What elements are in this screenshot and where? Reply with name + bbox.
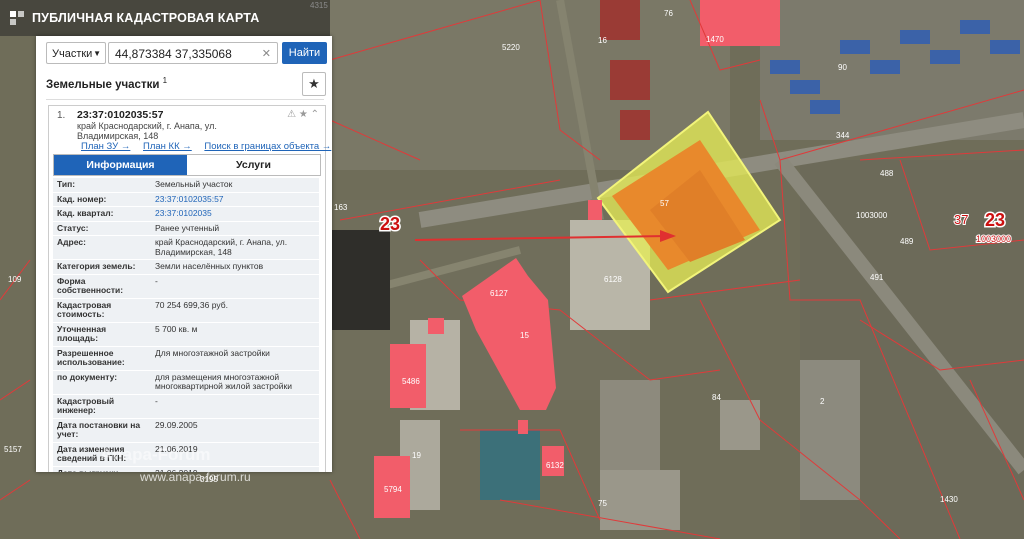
info-value: Для многоэтажной застройки [149, 346, 319, 370]
chevron-down-icon: ▼ [93, 49, 101, 58]
info-key: по документу: [53, 370, 149, 394]
search-in-bounds-link[interactable]: Поиск в границах объекта → [204, 141, 331, 152]
info-value[interactable]: 23:37:0102035:57 [149, 192, 319, 206]
svg-text:5794: 5794 [384, 485, 402, 494]
info-row: Дата постановки на учет: 29.09.2005 [53, 418, 319, 443]
info-table: Тип: Земельный участок Кад. номер: 23:37:01… [53, 178, 319, 472]
building-5486[interactable] [390, 344, 426, 408]
tab-info[interactable]: Информация [54, 155, 187, 175]
zone-label-right: 23 [985, 210, 1005, 230]
info-key: Разрешенное использование: [53, 346, 149, 370]
info-key: Уточненная площадь: [53, 322, 149, 346]
svg-text:5486: 5486 [402, 377, 420, 386]
info-row: Кад. квартал: 23:37:0102035 [53, 207, 319, 222]
card-action-icons[interactable]: ⚠ ★ ⌃ [287, 109, 319, 120]
tab-services[interactable]: Услуги [187, 155, 320, 175]
info-value: край Краснодарский, г. Анапа, ул. Владим… [149, 236, 319, 259]
info-value: - [149, 274, 319, 298]
info-key: Кадастровая стоимость: [53, 298, 149, 322]
svg-text:2: 2 [820, 397, 825, 406]
info-value: 5 700 кв. м [149, 322, 319, 346]
layers-logo-icon [10, 11, 24, 25]
info-key: Дата постановки на учет: [53, 418, 149, 442]
info-key: Категория земель: [53, 260, 149, 274]
app-header: ПУБЛИЧНАЯ КАДАСТРОВАЯ КАРТА [0, 0, 330, 36]
svg-text:75: 75 [598, 499, 607, 508]
info-value: Ранее учтенный [149, 221, 319, 235]
info-key: Форма собственности: [53, 274, 149, 298]
svg-text:1470: 1470 [706, 35, 724, 44]
find-button[interactable]: Найти [282, 42, 327, 64]
plan-kk-link[interactable]: План КК → [143, 141, 192, 152]
svg-text:344: 344 [836, 131, 850, 140]
svg-text:1430: 1430 [940, 495, 958, 504]
svg-text:489: 489 [900, 237, 914, 246]
info-value: для размещения многоэтажной многоквартир… [149, 370, 319, 394]
svg-text:1003000: 1003000 [856, 211, 888, 220]
svg-text:16: 16 [598, 36, 607, 45]
svg-text:19: 19 [412, 451, 421, 460]
zone-label-left: 23 [380, 214, 400, 234]
info-key: Адрес: [53, 236, 149, 259]
card-links: План ЗУ → План КК → Поиск в границах объ… [81, 141, 332, 152]
svg-text:6128: 6128 [604, 275, 622, 284]
search-input[interactable]: 44,873384 37,335068 ✕ [108, 42, 278, 64]
info-key: Кад. номер: [53, 192, 149, 206]
info-row: Кадастровая стоимость: 70 254 699,36 руб. [53, 298, 319, 323]
svg-text:84: 84 [712, 393, 721, 402]
info-value[interactable]: 23:37:0102035 [149, 207, 319, 221]
result-card: 1. 23:37:0102035:57 ⚠ ★ ⌃ край Краснодар… [48, 105, 331, 472]
cadastral-number: 23:37:0102035:57 [77, 109, 164, 121]
info-value: Земельный участок [149, 178, 319, 192]
svg-text:57: 57 [660, 199, 669, 208]
svg-text:90: 90 [838, 63, 847, 72]
zone-code-right: 1003000 [976, 234, 1011, 244]
info-row: Уточненная площадь: 5 700 кв. м [53, 322, 319, 347]
info-row: по документу: для размещения многоэтажной… [53, 370, 319, 395]
info-row: Статус: Ранее учтенный [53, 221, 319, 236]
clear-icon[interactable]: ✕ [262, 43, 271, 65]
svg-text:15: 15 [520, 331, 529, 340]
info-key: Статус: [53, 221, 149, 235]
svg-text:6127: 6127 [490, 289, 508, 298]
info-row: Кад. номер: 23:37:0102035:57 [53, 192, 319, 207]
result-address: край Краснодарский, г. Анапа, ул. Владим… [77, 121, 217, 141]
info-row: Тип: Земельный участок [53, 178, 319, 193]
watermark-site: www.anapa-forum.ru [140, 470, 251, 484]
info-value: 70 254 699,36 руб. [149, 298, 319, 322]
search-bar: Участки ▼ 44,873384 37,335068 ✕ Найти [36, 36, 332, 70]
svg-text:5220: 5220 [502, 43, 520, 52]
info-row: Форма собственности: - [53, 274, 319, 299]
info-row: Категория земель: Земли населённых пункто… [53, 260, 319, 275]
svg-text:76: 76 [664, 9, 673, 18]
info-value: - [149, 394, 319, 418]
info-key: Кад. квартал: [53, 207, 149, 221]
svg-text:6132: 6132 [546, 461, 564, 470]
svg-text:109: 109 [8, 275, 22, 284]
info-key: Тип: [53, 178, 149, 192]
info-row: Адрес: край Краснодарский, г. Анапа, ул. … [53, 236, 319, 260]
svg-text:163: 163 [334, 203, 348, 212]
info-value: 29.09.2005 [149, 418, 319, 442]
divider [46, 99, 324, 100]
info-row: Кадастровый инженер: - [53, 394, 319, 419]
zone-num-right: 37 [954, 212, 968, 227]
svg-text:491: 491 [870, 273, 884, 282]
watermark-brand: Anapa-Forum [100, 445, 211, 464]
favorite-star-icon[interactable]: ★ [302, 72, 326, 96]
section-title: Земельные участки 1 [46, 76, 168, 91]
info-value: Земли населённых пунктов [149, 260, 319, 274]
svg-text:488: 488 [880, 169, 894, 178]
result-index: 1. [57, 110, 66, 121]
info-key: Дата выгрузки сведений из ГКН: [53, 466, 149, 472]
info-row: Разрешенное использование: Для многоэтажн… [53, 346, 319, 371]
svg-text:5157: 5157 [4, 445, 22, 454]
info-key: Кадастровый инженер: [53, 394, 149, 418]
search-type-select[interactable]: Участки ▼ [46, 42, 106, 64]
plan-zu-link[interactable]: План ЗУ → [81, 141, 130, 152]
card-tabs: Информация Услуги [53, 154, 321, 176]
info-panel: Участки ▼ 44,873384 37,335068 ✕ Найти Земе… [36, 36, 332, 472]
app-title: ПУБЛИЧНАЯ КАДАСТРОВАЯ КАРТА [32, 11, 260, 25]
